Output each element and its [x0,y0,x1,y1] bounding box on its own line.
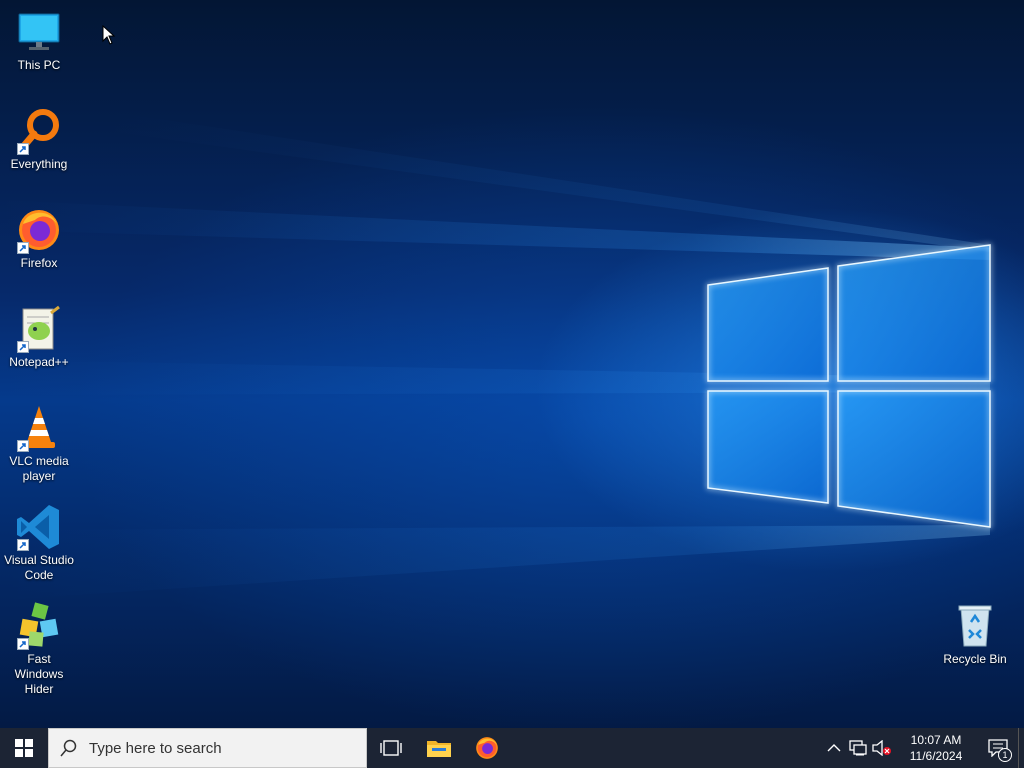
wallpaper-windows-logo [0,110,991,600]
vlc-cone-icon [15,404,63,452]
desktop-icon-vscode[interactable]: Visual Studio Code [0,503,78,583]
desktop-icon-notepadpp[interactable]: Notepad++ [0,305,78,370]
notepadpp-icon [15,305,63,353]
desktop-icon-this-pc[interactable]: This PC [0,8,78,73]
magnifier-icon [15,107,63,155]
taskbar: 10:07 AM 11/6/2024 1 [0,728,1024,768]
desktop-icon-label: Recycle Bin [943,652,1007,666]
monitor-icon [15,8,63,56]
recycle-bin-icon [951,602,999,650]
desktop-icon-everything[interactable]: Everything [0,107,78,172]
vscode-icon [15,503,63,551]
mouse-cursor-icon [102,25,116,45]
shortcut-arrow-icon [17,539,29,551]
desktop-icon-fast-windows-hider[interactable]: Fast Windows Hider [0,602,78,697]
desktop-icon-label: Everything [10,157,68,171]
shortcut-arrow-icon [17,638,29,650]
notification-count-badge: 1 [998,748,1012,762]
clock-date: 11/6/2024 [909,749,963,763]
clock[interactable]: 10:07 AM 11/6/2024 [898,732,974,764]
file-explorer-button[interactable] [415,728,463,768]
search-input[interactable] [89,739,349,757]
desktop-icon-recycle-bin[interactable]: Recycle Bin [936,602,1014,667]
start-button[interactable] [0,728,48,768]
clock-time: 10:07 AM [910,733,962,747]
file-explorer-icon [427,741,451,757]
task-view-icon [380,740,402,756]
shortcut-arrow-icon [17,341,29,353]
network-icon[interactable] [846,728,870,768]
cubes-icon [15,602,63,650]
chevron-up-icon[interactable] [822,728,846,768]
system-tray: 10:07 AM 11/6/2024 1 [822,728,1024,768]
firefox-icon [476,737,498,759]
task-view-button[interactable] [367,728,415,768]
desktop-icon-label: VLC media player [9,454,69,483]
action-center-button[interactable]: 1 [978,728,1018,768]
windows-logo-icon [15,739,33,757]
desktop-icon-label: Firefox [20,256,58,270]
desktop-icon-label: Visual Studio Code [4,553,74,582]
shortcut-arrow-icon [17,143,29,155]
firefox-icon [15,206,63,254]
shortcut-arrow-icon [17,242,29,254]
show-desktop-button[interactable] [1018,728,1024,768]
desktop-icon-firefox[interactable]: Firefox [0,206,78,271]
desktop-icon-label: Fast Windows Hider [14,652,64,696]
desktop-icon-label: This PC [17,58,61,72]
desktop[interactable]: This PC Everything Firefox Notepad++ VLC… [0,0,1024,728]
desktop-icon-label: Notepad++ [9,355,69,369]
shortcut-arrow-icon [17,440,29,452]
search-icon [49,739,89,757]
desktop-icon-vlc[interactable]: VLC media player [0,404,78,484]
volume-muted-icon[interactable] [870,728,894,768]
search-box[interactable] [48,728,367,768]
firefox-taskbar-button[interactable] [463,728,511,768]
